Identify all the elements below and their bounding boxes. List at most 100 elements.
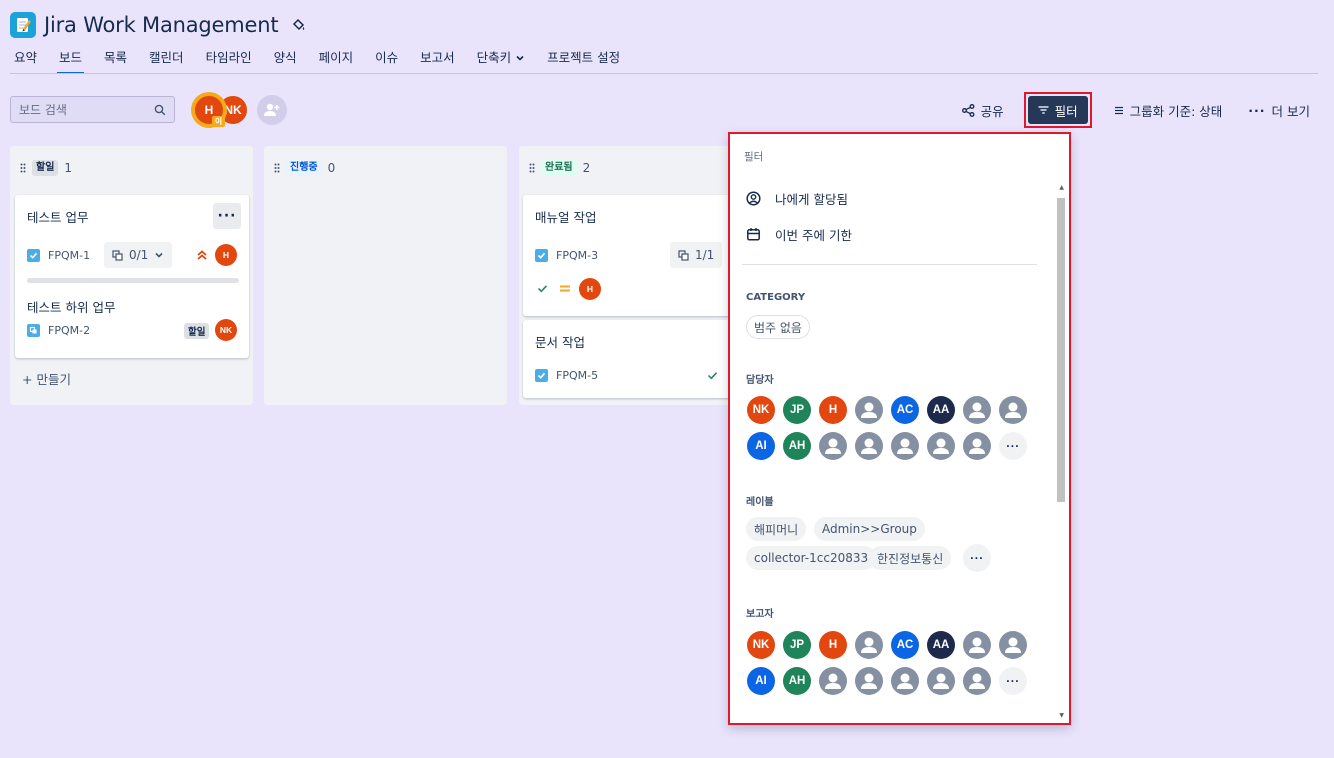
issue-key-text[interactable]: FPQM-2 <box>48 324 90 337</box>
tab-list[interactable]: 목록 <box>104 48 127 74</box>
column-header[interactable]: 진행중 0 <box>274 160 335 176</box>
default-avatar-icon[interactable] <box>855 396 883 424</box>
label-chip[interactable]: 해피머니 <box>746 517 807 541</box>
column-status: 진행중 <box>286 160 322 176</box>
default-avatar-icon[interactable] <box>927 432 955 460</box>
assignee-avatar[interactable]: NK <box>215 319 237 341</box>
column-header[interactable]: 할일 1 <box>20 160 72 176</box>
column-header[interactable]: 완료됨 2 <box>529 160 590 176</box>
assignee-filter-avatar[interactable]: JP <box>783 396 811 424</box>
board-search[interactable] <box>10 96 175 123</box>
issue-key-text[interactable]: FPQM-5 <box>556 369 598 382</box>
label-chip[interactable]: 한진정보통신 <box>869 546 952 570</box>
default-avatar-icon[interactable] <box>927 667 955 695</box>
child-issues-toggle[interactable]: 0/1 <box>104 242 173 268</box>
share-button[interactable]: 공유 <box>954 95 1012 125</box>
label-chip[interactable]: Admin>>Group <box>814 517 925 541</box>
default-avatar-icon[interactable] <box>855 631 883 659</box>
default-avatar-icon[interactable] <box>963 396 991 424</box>
drag-handle-icon[interactable] <box>20 163 26 173</box>
assignee-filter-avatar[interactable]: AH <box>783 432 811 460</box>
more-reporters-button[interactable]: ··· <box>999 667 1027 695</box>
tab-reports[interactable]: 보고서 <box>420 48 455 74</box>
tab-calendar[interactable]: 캘린더 <box>149 48 184 74</box>
assignee-filter-avatar[interactable]: AC <box>891 396 919 424</box>
more-button[interactable]: ··· 더 보기 <box>1240 95 1318 125</box>
labels-heading: 레이블 <box>746 497 774 508</box>
board-member-avatars: H 이 NK <box>193 94 287 127</box>
project-logo-icon[interactable] <box>10 12 36 38</box>
drag-handle-icon[interactable] <box>274 163 280 173</box>
tab-shortcuts[interactable]: 단축키 <box>477 48 526 74</box>
issue-card[interactable]: 문서 작업 FPQM-5 <box>523 320 757 398</box>
child-progress-bar <box>27 278 239 283</box>
assignee-avatar[interactable]: H <box>215 244 237 266</box>
tab-timeline[interactable]: 타임라인 <box>206 48 252 74</box>
filter-option-label: 나에게 할당됨 <box>775 192 848 207</box>
default-avatar-icon[interactable] <box>819 667 847 695</box>
reporter-filter-avatar[interactable]: JP <box>783 631 811 659</box>
avatar[interactable]: H 이 <box>193 94 225 127</box>
tab-board[interactable]: 보드 <box>57 48 85 74</box>
default-avatar-icon[interactable] <box>855 432 883 460</box>
create-issue-button[interactable]: + 만들기 <box>22 369 71 388</box>
drag-handle-icon[interactable] <box>529 163 535 173</box>
assignee-filter-avatar[interactable]: NK <box>747 396 775 424</box>
filter-panel-title: 필터 <box>744 151 764 163</box>
paint-bucket-icon[interactable] <box>292 18 306 32</box>
category-chip[interactable]: 범주 없음 <box>746 315 810 339</box>
reporter-avatar-row: AI AH ··· <box>747 667 1027 695</box>
default-avatar-icon[interactable] <box>819 432 847 460</box>
subtask-title[interactable]: 테스트 하위 업무 <box>27 297 115 316</box>
tab-pages[interactable]: 페이지 <box>319 48 354 74</box>
board-search-input[interactable] <box>19 102 149 117</box>
add-people-button[interactable] <box>257 95 287 125</box>
assignee-filter-avatar[interactable]: AI <box>747 432 775 460</box>
board-actions: 공유 필터 그룹화 기준: 상태 ··· 더 보기 <box>954 92 1318 128</box>
child-issues-toggle[interactable]: 1/1 <box>670 242 723 268</box>
default-avatar-icon[interactable] <box>891 667 919 695</box>
issue-key-text[interactable]: FPQM-3 <box>556 249 598 262</box>
scroll-up-arrow[interactable]: ▲ <box>1059 184 1064 191</box>
filter-button[interactable]: 필터 <box>1027 96 1088 124</box>
filter-due-this-week[interactable]: 이번 주에 기한 <box>746 225 852 244</box>
default-avatar-icon[interactable] <box>855 667 883 695</box>
assignee-filter-avatar[interactable]: AA <box>927 396 955 424</box>
tab-forms[interactable]: 양식 <box>274 48 297 74</box>
chevron-down-icon <box>155 252 163 258</box>
tab-project-settings[interactable]: 프로젝트 설정 <box>547 48 620 74</box>
subtask-key: FPQM-2 <box>27 324 90 337</box>
default-avatar-icon[interactable] <box>963 631 991 659</box>
reporter-filter-avatar[interactable]: AH <box>783 667 811 695</box>
filter-panel-scrollbar[interactable] <box>1057 198 1065 502</box>
issue-key-text[interactable]: FPQM-1 <box>48 249 90 262</box>
default-avatar-icon[interactable] <box>963 432 991 460</box>
subtask-status-badge: 할일 <box>184 323 210 339</box>
tab-summary[interactable]: 요약 <box>14 48 37 74</box>
more-labels-button[interactable]: ··· <box>963 544 991 572</box>
issue-card[interactable]: 테스트 업무 ··· FPQM-1 0/1 H 테스트 하위 업무 FPQM-2… <box>15 195 249 358</box>
default-avatar-icon[interactable] <box>999 396 1027 424</box>
tab-issues[interactable]: 이슈 <box>375 48 398 74</box>
issue-card[interactable]: 매뉴얼 작업 FPQM-3 1/1 H <box>523 195 757 316</box>
default-avatar-icon[interactable] <box>963 667 991 695</box>
card-more-button[interactable]: ··· <box>213 203 241 229</box>
reporter-filter-avatar[interactable]: AC <box>891 631 919 659</box>
more-assignees-button[interactable]: ··· <box>999 432 1027 460</box>
reporter-filter-avatar[interactable]: H <box>819 631 847 659</box>
assignee-avatar[interactable]: H <box>579 278 601 300</box>
reporter-filter-avatar[interactable]: AA <box>927 631 955 659</box>
default-avatar-icon[interactable] <box>891 432 919 460</box>
group-by-button[interactable]: 그룹화 기준: 상태 <box>1106 95 1231 125</box>
reporter-filter-avatar[interactable]: AI <box>747 667 775 695</box>
default-avatar-icon[interactable] <box>999 631 1027 659</box>
nav-divider <box>10 73 1318 74</box>
assignee-avatar-row: AI AH ··· <box>747 432 1027 460</box>
label-chip[interactable]: collector-1cc20833 <box>746 546 877 570</box>
reporter-filter-avatar[interactable]: NK <box>747 631 775 659</box>
scroll-down-arrow[interactable]: ▼ <box>1059 712 1064 719</box>
filter-assigned-to-me[interactable]: 나에게 할당됨 <box>746 189 848 208</box>
assignee-filter-avatar[interactable]: H <box>819 396 847 424</box>
filter-divider <box>742 264 1037 265</box>
search-icon <box>154 104 166 116</box>
